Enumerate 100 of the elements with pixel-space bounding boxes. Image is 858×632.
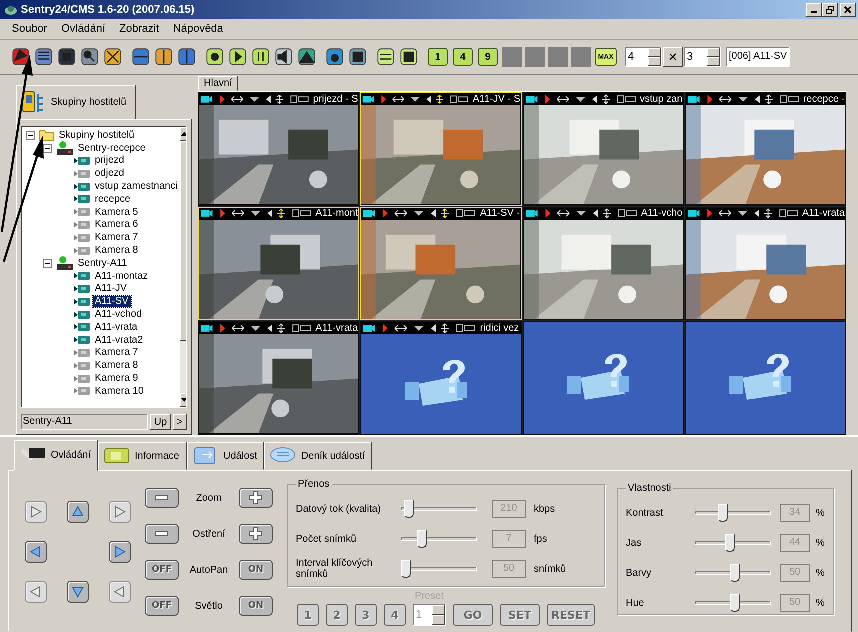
pan-left-button[interactable] <box>25 541 47 563</box>
tree-item[interactable]: Kamera 8 <box>93 245 140 256</box>
tools-button[interactable] <box>102 46 124 68</box>
multiply-button[interactable]: × <box>663 47 683 67</box>
layout-button[interactable] <box>153 46 175 68</box>
video-tile[interactable]: recepce - <box>684 92 846 206</box>
pan-up-button[interactable] <box>67 501 89 523</box>
pan-diagonal-button[interactable] <box>25 501 47 523</box>
tree-item[interactable]: Kamera 10 <box>93 386 146 397</box>
on-button[interactable]: ON <box>239 560 273 580</box>
up-button[interactable]: Up <box>150 414 172 430</box>
snapshot-button[interactable] <box>324 46 346 68</box>
record-button[interactable] <box>204 46 226 68</box>
video-tile[interactable]: A11-SV - <box>360 206 522 320</box>
minimize-button[interactable] <box>806 2 822 16</box>
tree-item[interactable]: A11-vrata <box>93 322 140 333</box>
tree-item[interactable]: Kamera 8 <box>93 360 140 372</box>
tree-item[interactable]: A11-JV <box>93 283 130 294</box>
pin-button[interactable] <box>10 46 32 68</box>
video-tile[interactable]: A11-mont <box>198 206 360 320</box>
slider-thumb[interactable] <box>416 530 427 548</box>
panel-tab[interactable]: Informace <box>98 442 186 470</box>
video-tile[interactable]: prijezd - S <box>198 92 360 206</box>
tree-item[interactable]: Kamera 5 <box>93 206 140 218</box>
menu-item[interactable]: Zobrazit <box>114 21 166 37</box>
pan-diagonal-button[interactable] <box>109 581 131 603</box>
pan-right-button[interactable] <box>109 541 131 563</box>
slider-thumb[interactable] <box>401 560 412 578</box>
tree-item[interactable]: A11-montaz <box>93 270 150 282</box>
tree-item[interactable]: Kamera 7 <box>93 347 140 358</box>
window-button[interactable] <box>398 46 420 68</box>
panel-tab[interactable]: Deník událostí <box>264 442 372 470</box>
video-tile[interactable]: vstup zan <box>522 92 684 206</box>
off-button[interactable]: OFF <box>145 596 179 616</box>
on-button[interactable]: ON <box>239 596 273 616</box>
slider-thumb[interactable] <box>404 500 414 518</box>
menu-item[interactable]: Soubor <box>6 21 54 37</box>
slider-thumb[interactable] <box>718 504 728 522</box>
collapse-icon[interactable] <box>26 130 35 140</box>
pan-down-button[interactable] <box>67 581 89 603</box>
play-button[interactable] <box>227 46 249 68</box>
grid-layout-button[interactable]: 9 <box>478 48 498 66</box>
maximize-button[interactable] <box>822 2 838 16</box>
tree-item[interactable]: prijezd <box>93 155 126 166</box>
minus-icon <box>155 495 169 501</box>
grid-layout-button[interactable]: 4 <box>453 48 473 66</box>
main-view-tab[interactable]: Hlavní <box>198 76 238 92</box>
video-tile[interactable]: A11-JV - S <box>360 92 522 206</box>
list-button[interactable] <box>33 46 55 68</box>
tree-item[interactable]: Kamera 9 <box>93 373 140 384</box>
plus-button[interactable] <box>239 488 273 508</box>
tree-item[interactable]: Kamera 6 <box>93 219 140 230</box>
collapse-icon[interactable] <box>43 144 52 153</box>
tree-item[interactable]: Skupiny hostitelů <box>57 130 137 141</box>
columns-spinbox[interactable]: 3 <box>684 47 721 67</box>
slider-thumb[interactable] <box>730 594 740 612</box>
pan-diagonal-button[interactable] <box>25 581 47 603</box>
next-button[interactable]: > <box>173 414 187 430</box>
minus-button[interactable] <box>145 524 179 544</box>
panel-tab[interactable]: Událost <box>186 442 264 470</box>
tree-item[interactable]: vstup zamestnanci <box>93 181 180 192</box>
tree-item[interactable]: A11-SV <box>93 296 131 308</box>
tree-item[interactable]: A11-vchod <box>93 309 144 320</box>
minus-button[interactable] <box>145 488 179 508</box>
layout-button[interactable] <box>130 46 152 68</box>
tree-item[interactable]: Sentry-recepce <box>76 142 148 154</box>
layout-button[interactable] <box>176 46 198 68</box>
camera-name: A11-JV - S <box>472 94 520 105</box>
search-button[interactable] <box>79 46 101 68</box>
pan-diagonal-button[interactable] <box>109 501 131 523</box>
close-button[interactable] <box>840 2 856 16</box>
tree-item[interactable]: Kamera 7 <box>93 232 140 244</box>
off-button[interactable]: OFF <box>145 560 179 580</box>
video-tile[interactable]: A11-vrata <box>684 206 846 320</box>
camera-dropdown[interactable]: [006] A11-SV <box>726 47 790 67</box>
path-field[interactable]: Sentry-A11 <box>21 414 148 430</box>
video-tile[interactable]: ridici vez <box>360 321 522 435</box>
lens-label: AutoPan <box>188 564 230 576</box>
hosts-tab[interactable]: Skupiny hostitelů <box>16 85 136 119</box>
sound-button[interactable] <box>273 46 295 68</box>
tree-item[interactable]: odjezd <box>93 168 126 180</box>
tree-item[interactable]: recepce <box>93 194 133 205</box>
pause-button[interactable] <box>250 46 272 68</box>
tree-item[interactable]: A11-vrata2 <box>93 334 146 346</box>
menu-item[interactable]: Ovládání <box>55 21 112 37</box>
unit-label: % <box>816 598 825 608</box>
scrollbar[interactable] <box>180 127 186 407</box>
collapse-icon[interactable] <box>43 258 52 268</box>
rows-spinbox[interactable]: 4 <box>625 47 662 67</box>
panel-tab[interactable]: Ovládání <box>14 440 98 471</box>
tree-item[interactable]: Sentry-A11 <box>76 258 130 269</box>
menu-item[interactable]: Nápověda <box>167 21 230 37</box>
grid-layout-button[interactable]: 1 <box>428 48 448 66</box>
slider-thumb[interactable] <box>730 564 740 582</box>
triangle-icon <box>72 506 84 518</box>
video-tile[interactable]: A11-vcho <box>522 206 684 320</box>
plus-button[interactable] <box>239 524 273 544</box>
scroll-thumb[interactable] <box>180 141 186 341</box>
video-tile[interactable]: A11-vrata <box>198 321 360 435</box>
slider-thumb[interactable] <box>724 534 735 552</box>
